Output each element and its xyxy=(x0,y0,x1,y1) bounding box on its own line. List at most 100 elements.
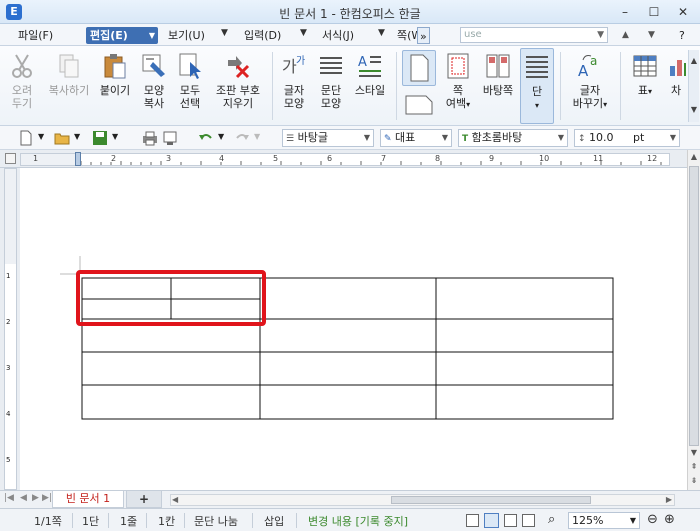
ruler-number: 9 xyxy=(489,154,495,163)
chevron-down-icon[interactable]: ▼ xyxy=(221,28,228,38)
char-shape-button[interactable]: 가 가 글자 모양 xyxy=(278,48,310,110)
zoom-search-icon[interactable]: ⌕ xyxy=(548,512,555,527)
columns-button[interactable]: 단 ▾ xyxy=(520,48,554,124)
master-page-button[interactable]: 바탕쪽 xyxy=(478,48,518,97)
table-label: 표 xyxy=(637,84,649,97)
status-insert-mode[interactable]: 삽입 xyxy=(264,513,284,529)
columns-icon xyxy=(526,56,548,78)
view-page-icon[interactable] xyxy=(484,513,499,528)
chevron-down-icon[interactable]: ▼ xyxy=(648,30,655,40)
tab-next-icon[interactable]: ▶ xyxy=(32,493,39,503)
style-button[interactable]: A 스타일 xyxy=(350,48,390,97)
paste-button[interactable]: 붙이기 xyxy=(97,48,133,97)
preview-icon[interactable] xyxy=(162,130,178,146)
page-down-icon[interactable]: ⇟ xyxy=(688,474,700,488)
horizontal-scrollbar[interactable]: ◀ ▶ xyxy=(170,494,675,506)
format-painter-label2: 복사 xyxy=(143,97,165,110)
heading-select[interactable]: ✎ 대표 ▼ xyxy=(380,129,452,147)
chevron-down-icon[interactable]: ▼ xyxy=(597,28,604,42)
ruler-number: 10 xyxy=(539,154,550,163)
horizontal-ruler[interactable]: 1 2 3 4 5 6 7 8 9 10 11 12 xyxy=(20,152,670,166)
ruler-toggle-button[interactable] xyxy=(5,153,16,164)
replace-char-button[interactable]: A a 글자 바꾸기▾ xyxy=(566,48,614,111)
cut-button[interactable]: 오려 두기 xyxy=(4,48,40,110)
ruler-ticks xyxy=(80,161,662,165)
status-bar: 1/1쪽 1단 1줄 1칸 문단 나눔 삽입 변경 내용 [기록 중지] ⌕ 1… xyxy=(0,508,700,531)
chevron-down-icon: ▼ xyxy=(690,105,698,114)
help-button[interactable]: ? xyxy=(675,27,689,44)
chevron-down-icon[interactable]: ▼ xyxy=(38,132,44,141)
style-select[interactable]: ☰ 바탕글 ▼ xyxy=(282,129,374,147)
menu-edit[interactable]: 편집(E) ▼ xyxy=(86,27,158,44)
landscape-page-icon xyxy=(405,95,433,115)
font-select[interactable]: T 함초롬바탕 ▼ xyxy=(458,129,568,147)
menu-insert[interactable]: 입력(D) xyxy=(240,27,285,44)
chart-button[interactable]: 차 xyxy=(666,48,686,97)
chevron-down-icon[interactable]: ▼ xyxy=(254,132,260,141)
minimize-button[interactable]: – xyxy=(614,3,636,21)
tab-prev-icon[interactable]: ◀ xyxy=(20,493,27,503)
font-size-select[interactable]: ↕ 10.0 pt ▼ xyxy=(574,129,680,147)
page-up-icon[interactable]: ⇞ xyxy=(688,460,700,474)
chevron-up-icon[interactable]: ▲ xyxy=(622,30,629,40)
ribbon-separator xyxy=(396,52,397,120)
open-folder-icon[interactable] xyxy=(54,130,70,146)
select-all-button[interactable]: 모두 선택 xyxy=(172,48,208,110)
menu-view[interactable]: 보기(U) xyxy=(164,27,209,44)
scroll-left-arrow-icon[interactable]: ◀ xyxy=(172,495,178,504)
chevron-down-icon[interactable]: ▼ xyxy=(74,132,80,141)
hscroll-thumb[interactable] xyxy=(391,496,591,504)
close-button[interactable]: ✕ xyxy=(672,3,694,21)
format-painter-button[interactable]: 모양 복사 xyxy=(137,48,171,110)
chevron-down-icon[interactable]: ▼ xyxy=(300,28,307,38)
scroll-right-arrow-icon[interactable]: ▶ xyxy=(666,495,672,504)
scroll-thumb[interactable] xyxy=(689,166,699,446)
menu-file[interactable]: 파일(F) xyxy=(14,27,57,44)
new-document-icon[interactable] xyxy=(18,130,34,146)
zoom-in-icon[interactable]: ⊕ xyxy=(664,512,675,527)
status-track-changes[interactable]: 변경 내용 [기록 중지] xyxy=(308,513,408,529)
undo-icon[interactable] xyxy=(198,130,214,146)
view-web-icon[interactable] xyxy=(522,514,535,527)
portrait-page-button[interactable] xyxy=(402,50,436,86)
search-input[interactable]: use ▼ xyxy=(460,27,608,43)
clear-codes-button[interactable]: 조판 부호 지우기 xyxy=(210,48,266,110)
tab-last-icon[interactable]: ▶| xyxy=(42,493,52,503)
copy-button[interactable]: 복사하기 xyxy=(44,48,94,97)
horizontal-ruler-area: 1 2 3 4 5 6 7 8 9 10 11 12 xyxy=(0,150,700,168)
scroll-down-arrow-icon[interactable]: ▼ xyxy=(688,446,700,460)
svg-text:a: a xyxy=(590,54,597,68)
ribbon-scroll[interactable]: ▲ ▼ xyxy=(688,50,699,122)
save-icon[interactable] xyxy=(92,130,108,146)
view-normal-icon[interactable] xyxy=(466,514,479,527)
chart-label: 차 xyxy=(670,84,682,97)
document-page[interactable] xyxy=(20,168,687,490)
chevron-down-icon[interactable]: ▼ xyxy=(218,132,224,141)
maximize-button[interactable]: ☐ xyxy=(643,3,665,21)
vertical-scrollbar[interactable]: ▲ ▼ ⇞ ⇟ xyxy=(687,150,700,490)
print-icon[interactable] xyxy=(142,130,158,146)
document-tab[interactable]: 빈 문서 1 xyxy=(52,491,124,508)
format-painter-icon xyxy=(142,54,165,77)
page-margin-button[interactable]: 쪽 여백▾ xyxy=(440,48,476,111)
tab-first-icon[interactable]: |◀ xyxy=(4,493,14,503)
style-icon: A xyxy=(358,55,381,77)
chevron-down-icon[interactable]: ▼ xyxy=(378,28,385,38)
status-separator xyxy=(72,513,73,528)
indent-marker[interactable] xyxy=(75,152,81,166)
redo-icon[interactable] xyxy=(234,130,250,146)
clear-codes-label2: 지우기 xyxy=(222,97,254,110)
add-tab-button[interactable]: + xyxy=(126,491,162,508)
menu-more-button[interactable]: » xyxy=(417,27,430,44)
menu-edit-label: 편집(E) xyxy=(90,29,128,42)
menu-format[interactable]: 서식(J) xyxy=(318,27,358,44)
para-shape-button[interactable]: 문단 모양 xyxy=(314,48,348,110)
scroll-up-arrow-icon[interactable]: ▲ xyxy=(688,150,700,164)
zoom-select[interactable]: 125% ▼ xyxy=(568,512,640,529)
chevron-down-icon[interactable]: ▼ xyxy=(112,132,118,141)
view-outline-icon[interactable] xyxy=(504,514,517,527)
vertical-ruler[interactable]: 1 2 3 4 5 xyxy=(4,168,17,490)
landscape-page-button[interactable] xyxy=(402,92,436,122)
table-button[interactable]: 표▾ xyxy=(628,48,662,98)
zoom-out-icon[interactable]: ⊖ xyxy=(647,512,658,527)
